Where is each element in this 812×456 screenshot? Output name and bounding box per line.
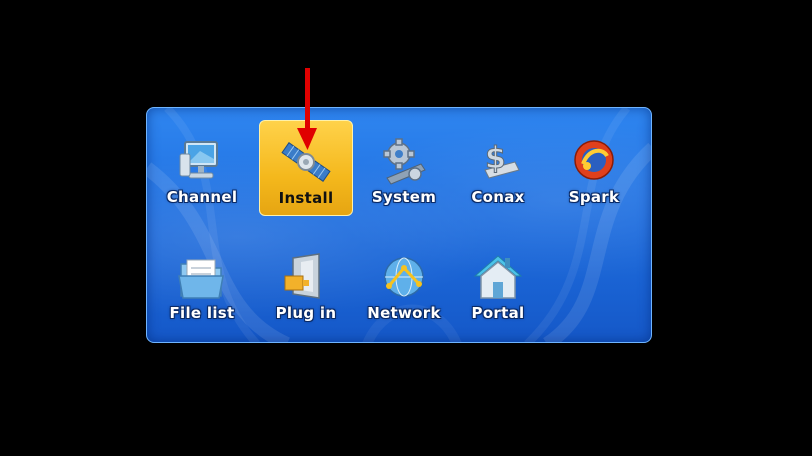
monitor-icon <box>179 141 218 179</box>
plugin-door-icon <box>284 253 320 299</box>
menu-item-label: Spark <box>568 188 620 206</box>
tv-screen: Channel Install System $ Conax Spark Fil… <box>0 0 812 456</box>
menu-item-spark[interactable]: Spark <box>547 120 641 216</box>
spark-globe-icon <box>574 140 614 180</box>
menu-item-channel[interactable]: Channel <box>155 120 249 216</box>
folder-icon <box>178 259 224 299</box>
network-globe-icon <box>384 257 424 297</box>
menu-item-portal[interactable]: Portal <box>451 236 545 332</box>
menu-item-label: Portal <box>471 304 525 322</box>
house-icon <box>473 255 523 299</box>
menu-item-file-list[interactable]: File list <box>155 236 249 332</box>
main-menu-panel: Channel Install System $ Conax Spark Fil… <box>146 107 652 343</box>
dollar-card-icon: $ <box>484 141 520 179</box>
red-arrow-icon <box>297 68 317 150</box>
gears-icon <box>383 138 426 185</box>
svg-text:$: $ <box>485 141 506 176</box>
